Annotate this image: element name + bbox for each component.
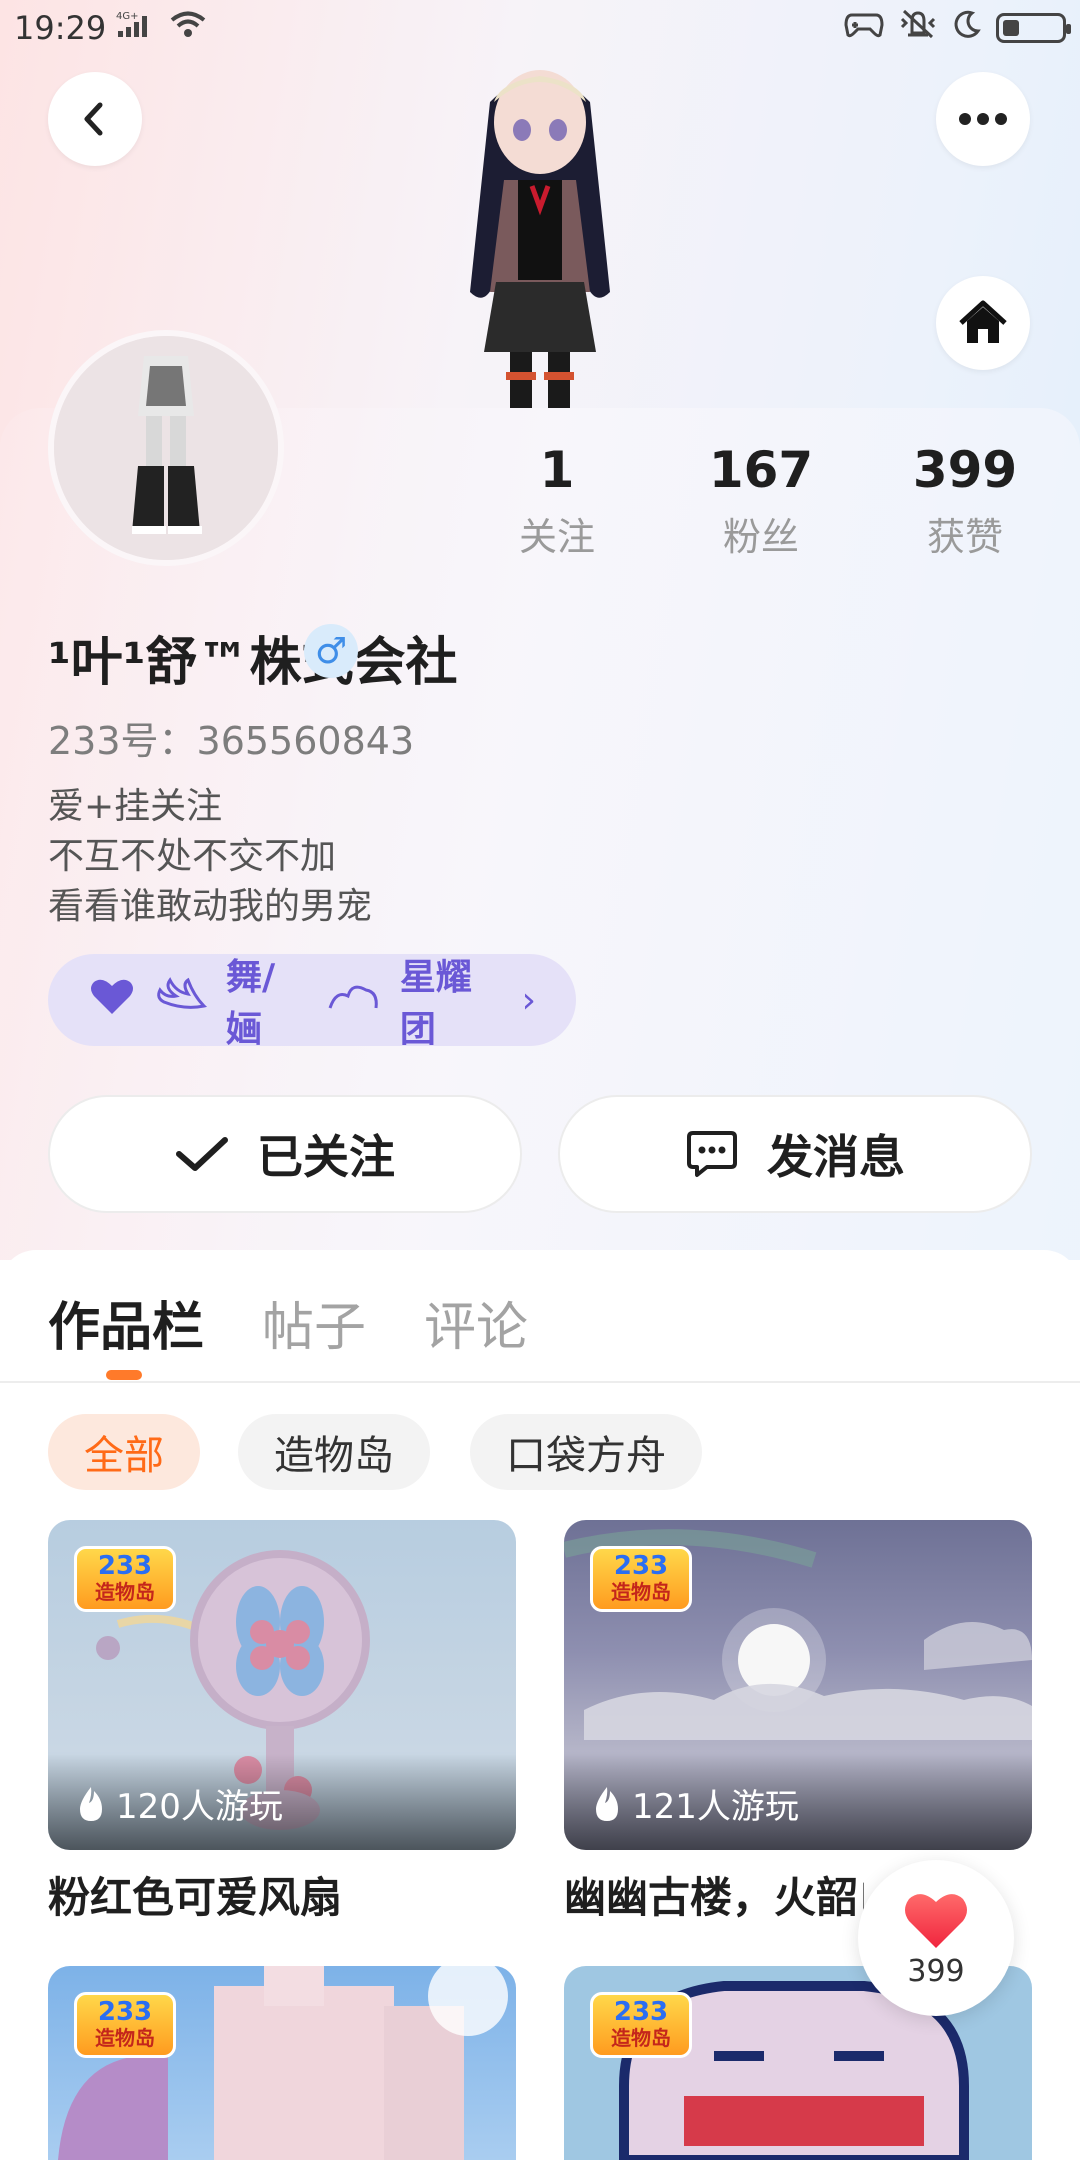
divider (0, 1381, 1080, 1383)
work-title[interactable]: 粉红色可爱风扇 (48, 1864, 516, 1925)
avatar[interactable] (48, 330, 284, 566)
filter-all[interactable]: 全部 (48, 1414, 200, 1490)
fans-label: 粉丝 (722, 515, 799, 559)
gamepad-icon (844, 9, 884, 47)
followed-label: 已关注 (257, 1130, 395, 1184)
badge-number: 233 (613, 1551, 669, 1581)
badge-text: 造物岛 (611, 1580, 671, 1604)
play-count: 121人游玩 (592, 1779, 799, 1828)
wing-icon (154, 976, 208, 1025)
play-count-text: 120人游玩 (116, 1787, 283, 1827)
back-button[interactable] (48, 72, 142, 166)
bio-line: 不互不处不交不加 (48, 836, 337, 877)
tab-works[interactable]: 作品栏 (48, 1285, 204, 1360)
status-time: 19:29 (14, 9, 107, 47)
cloud-icon (326, 978, 382, 1023)
fans-count: 167 (708, 441, 814, 499)
group-chip[interactable]: 舞/婳 星耀团 › (48, 954, 576, 1050)
filter-creation-island[interactable]: 造物岛 (238, 1414, 430, 1490)
avatar-character-3d[interactable] (440, 62, 640, 408)
group-name-part2: 星耀团 (399, 957, 472, 1050)
chevron-right-icon: › (521, 979, 536, 1021)
stat-likes[interactable]: 399 获赞 (885, 440, 1045, 561)
work-title[interactable]: 幽幽古楼，火韶白 (564, 1864, 864, 1925)
signal-icon: 4G+ (116, 9, 160, 47)
message-button[interactable]: 发消息 (558, 1095, 1032, 1213)
badge-text: 造物岛 (611, 2026, 671, 2050)
work-card-image[interactable]: 233 造物岛 120人游玩 (48, 1520, 516, 1850)
creation-island-badge: 233 造物岛 (74, 1992, 176, 2058)
likes-label: 获赞 (926, 515, 1003, 559)
followed-button[interactable]: 已关注 (48, 1095, 522, 1213)
bio: 爱+挂关注 不互不处不交不加 看看谁敢动我的男宠 (48, 782, 372, 932)
username: ¹叶¹舒™株式会社 (48, 633, 458, 693)
badge-number: 233 (613, 1997, 669, 2027)
badge-text: 造物岛 (95, 1580, 155, 1604)
like-float-button[interactable]: 399 (858, 1860, 1014, 2016)
more-button[interactable] (936, 72, 1030, 166)
chat-bubble-icon (687, 1131, 737, 1177)
creation-island-badge: 233 造物岛 (590, 1546, 692, 1612)
home-button[interactable] (936, 276, 1030, 370)
badge-number: 233 (97, 1997, 153, 2027)
tab-indicator (106, 1370, 142, 1380)
work-card-image[interactable]: 233 造物岛 121人游玩 (564, 1520, 1032, 1850)
following-count: 1 (539, 441, 575, 499)
play-count: 120人游玩 (76, 1779, 283, 1828)
group-name-part1: 舞/婳 (226, 957, 276, 1050)
moon-icon (952, 9, 982, 47)
chevron-left-icon (84, 102, 103, 136)
heart-icon (905, 1893, 967, 1948)
tab-comments[interactable]: 评论 (424, 1285, 528, 1360)
play-count-text: 121人游玩 (632, 1787, 799, 1827)
likes-count: 399 (912, 441, 1018, 499)
stat-fans[interactable]: 167 粉丝 (681, 440, 841, 561)
wifi-icon (170, 9, 206, 47)
creation-island-badge: 233 造物岛 (590, 1992, 692, 2058)
stat-following[interactable]: 1 关注 (477, 440, 637, 561)
user-id[interactable]: 233号：365560843 (48, 710, 414, 765)
male-gender-icon: ♂ (304, 624, 358, 678)
bio-line: 看看谁敢动我的男宠 (48, 886, 373, 927)
like-count: 399 (907, 1953, 965, 1989)
tab-posts[interactable]: 帖子 (262, 1285, 366, 1360)
more-dots-icon (959, 113, 1007, 125)
check-icon (176, 1137, 228, 1171)
bio-line: 爱+挂关注 (48, 786, 223, 827)
following-label: 关注 (518, 515, 595, 559)
message-label: 发消息 (767, 1130, 905, 1184)
badge-number: 233 (97, 1551, 153, 1581)
heart-icon (88, 976, 136, 1025)
battery-icon (996, 13, 1071, 43)
status-bar: 19:29 4G+ (0, 0, 1080, 56)
badge-text: 造物岛 (95, 2026, 155, 2050)
filter-pocket-ark[interactable]: 口袋方舟 (470, 1414, 702, 1490)
svg-text:4G+: 4G+ (116, 11, 139, 22)
vibrate-icon (898, 9, 938, 47)
creation-island-badge: 233 造物岛 (74, 1546, 176, 1612)
work-card-image[interactable]: 233 造物岛 (48, 1966, 516, 2160)
flame-icon (80, 1786, 102, 1821)
home-icon (959, 300, 1007, 343)
flame-icon (596, 1786, 618, 1821)
